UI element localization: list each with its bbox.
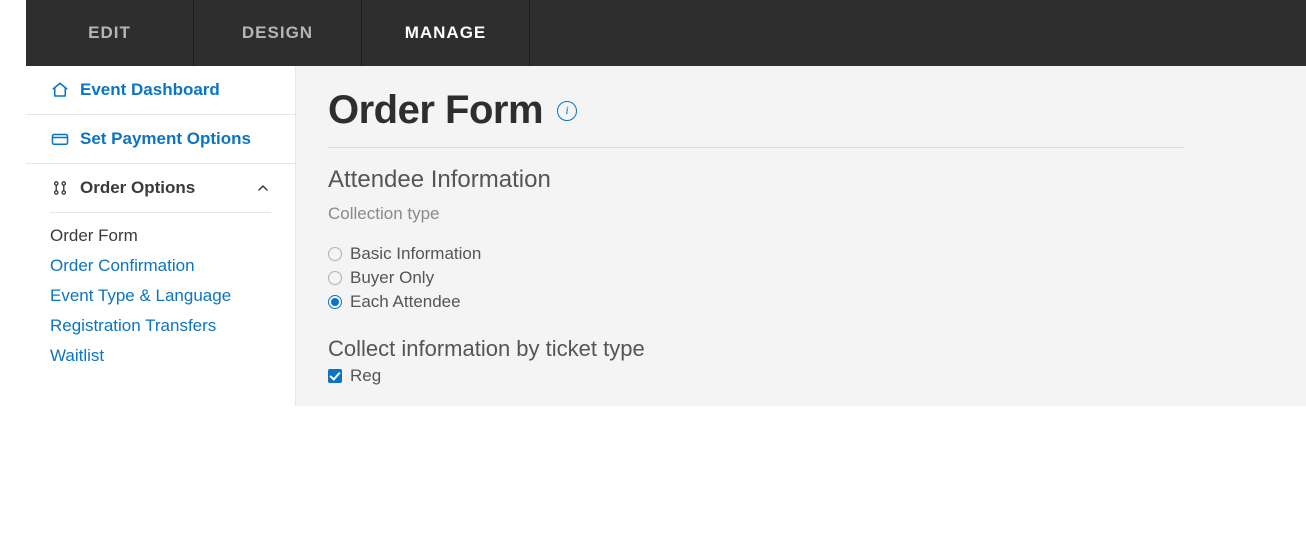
chevron-up-icon [255,180,271,196]
sidebar-group-label: Order Options [80,178,195,198]
checkbox-icon [328,369,342,383]
sidebar-item-waitlist[interactable]: Waitlist [50,341,271,371]
ticket-type-row-reg[interactable]: Reg [328,366,1274,386]
sidebar-item-order-confirmation[interactable]: Order Confirmation [50,251,271,281]
sidebar-item-label: Order Form [50,226,138,245]
sidebar-item-event-type-language[interactable]: Event Type & Language [50,281,271,311]
radio-label: Basic Information [350,244,481,264]
sidebar-item-payment[interactable]: Set Payment Options [26,115,295,164]
collection-type-label: Collection type [328,204,1274,224]
sidebar: Event Dashboard Set Payment Options [26,66,296,406]
sidebar-item-label: Waitlist [50,346,104,365]
sidebar-item-label: Event Type & Language [50,286,231,305]
options-icon [50,178,70,198]
tab-edit[interactable]: EDIT [26,0,194,66]
section-heading-attendee-info: Attendee Information [328,166,1274,194]
page-title: Order Form [328,88,543,133]
info-icon[interactable]: i [557,101,577,121]
sidebar-item-label: Registration Transfers [50,316,216,335]
top-nav: EDIT DESIGN MANAGE [26,0,1306,66]
radio-option-buyer-only[interactable]: Buyer Only [328,266,1274,290]
radio-icon [328,247,342,261]
tab-design[interactable]: DESIGN [194,0,362,66]
main-panel: Order Form i Attendee Information Collec… [296,66,1306,406]
radio-label: Each Attendee [350,292,461,312]
sidebar-item-label: Order Confirmation [50,256,195,275]
tab-label: EDIT [88,23,131,43]
sidebar-item-registration-transfers[interactable]: Registration Transfers [50,311,271,341]
checkbox-label: Reg [350,366,381,386]
sidebar-item-order-form[interactable]: Order Form [50,221,271,251]
section-heading-ticket-type: Collect information by ticket type [328,336,1274,362]
card-icon [50,129,70,149]
content-area: Event Dashboard Set Payment Options [26,66,1306,406]
divider [50,212,271,213]
sidebar-item-dashboard[interactable]: Event Dashboard [26,66,295,115]
radio-icon [328,295,342,309]
sidebar-item-label: Event Dashboard [80,80,220,100]
sidebar-item-label: Set Payment Options [80,129,251,149]
tab-manage[interactable]: MANAGE [362,0,530,66]
tab-label: MANAGE [405,23,487,43]
radio-label: Buyer Only [350,268,434,288]
sidebar-group-order-options[interactable]: Order Options [26,164,295,212]
sidebar-sublist: Order Form Order Confirmation Event Type… [26,221,295,371]
collection-type-radio-group: Basic Information Buyer Only Each Attend… [328,242,1274,314]
radio-icon [328,271,342,285]
page-title-row: Order Form i [328,88,1184,148]
tab-label: DESIGN [242,23,313,43]
home-icon [50,80,70,100]
radio-option-basic[interactable]: Basic Information [328,242,1274,266]
radio-option-each-attendee[interactable]: Each Attendee [328,290,1274,314]
